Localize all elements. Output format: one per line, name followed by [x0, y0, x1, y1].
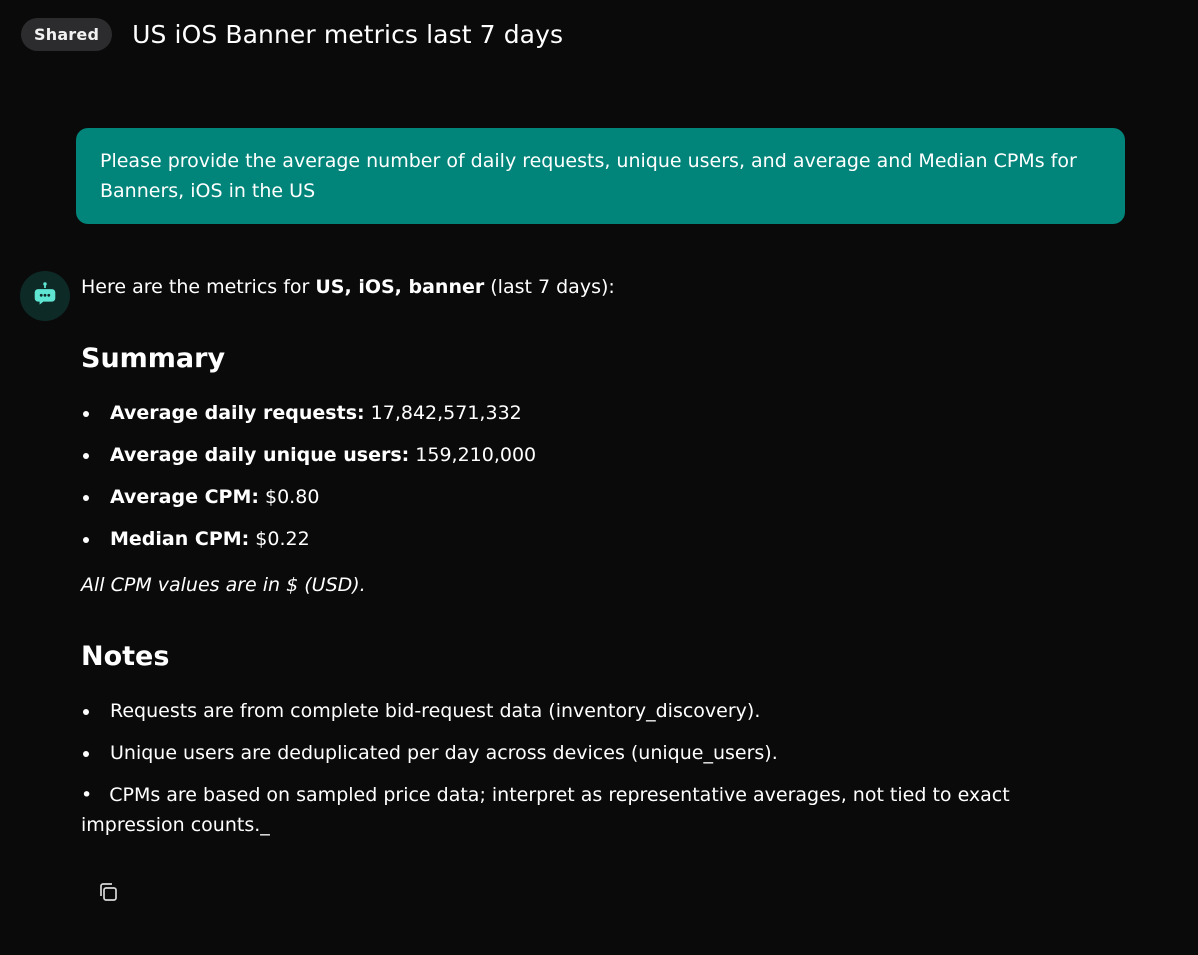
metric-value: 159,210,000 — [409, 444, 537, 466]
intro-bold: US, iOS, banner — [315, 276, 485, 298]
assistant-message: Here are the metrics for US, iOS, banner… — [81, 272, 1111, 840]
copy-icon — [96, 880, 120, 908]
notes-list: Requests are from complete bid-request d… — [81, 696, 1111, 768]
copy-button[interactable] — [94, 880, 122, 908]
list-item: Median CPM: $0.22 — [81, 524, 1111, 554]
summary-list: Average daily requests: 17,842,571,332 A… — [81, 398, 1111, 554]
assistant-intro: Here are the metrics for US, iOS, banner… — [81, 272, 1111, 302]
shared-badge: Shared — [21, 18, 113, 51]
cpm-footnote: All CPM values are in $ (USD). — [81, 574, 366, 596]
metric-label: Average daily unique users: — [110, 444, 410, 466]
assistant-avatar — [20, 271, 70, 321]
list-item: Unique users are deduplicated per day ac… — [81, 738, 1111, 768]
intro-prefix: Here are the metrics for — [81, 276, 316, 298]
user-message-bubble: Please provide the average number of dai… — [76, 128, 1125, 224]
metric-label: Average CPM: — [110, 486, 259, 508]
conversation-title: US iOS Banner metrics last 7 days — [132, 20, 564, 49]
notes-heading: Notes — [81, 641, 170, 672]
metric-value: $0.80 — [258, 486, 320, 508]
list-item: Average CPM: $0.80 — [81, 482, 1111, 512]
list-item: Average daily requests: 17,842,571,332 — [81, 398, 1111, 428]
metric-value: $0.22 — [249, 528, 310, 550]
list-item: Requests are from complete bid-request d… — [81, 696, 1111, 726]
conversation-header: Shared US iOS Banner metrics last 7 days — [21, 18, 563, 51]
metric-label: Median CPM: — [110, 528, 250, 550]
metric-label: Average daily requests: — [110, 402, 365, 424]
metric-value: 17,842,571,332 — [364, 402, 522, 424]
list-item: Average daily unique users: 159,210,000 — [81, 440, 1111, 470]
robot-icon — [32, 281, 58, 311]
summary-heading: Summary — [81, 343, 226, 374]
intro-suffix: (last 7 days): — [484, 276, 615, 298]
notes-paragraph: CPMs are based on sampled price data; in… — [81, 780, 1111, 840]
